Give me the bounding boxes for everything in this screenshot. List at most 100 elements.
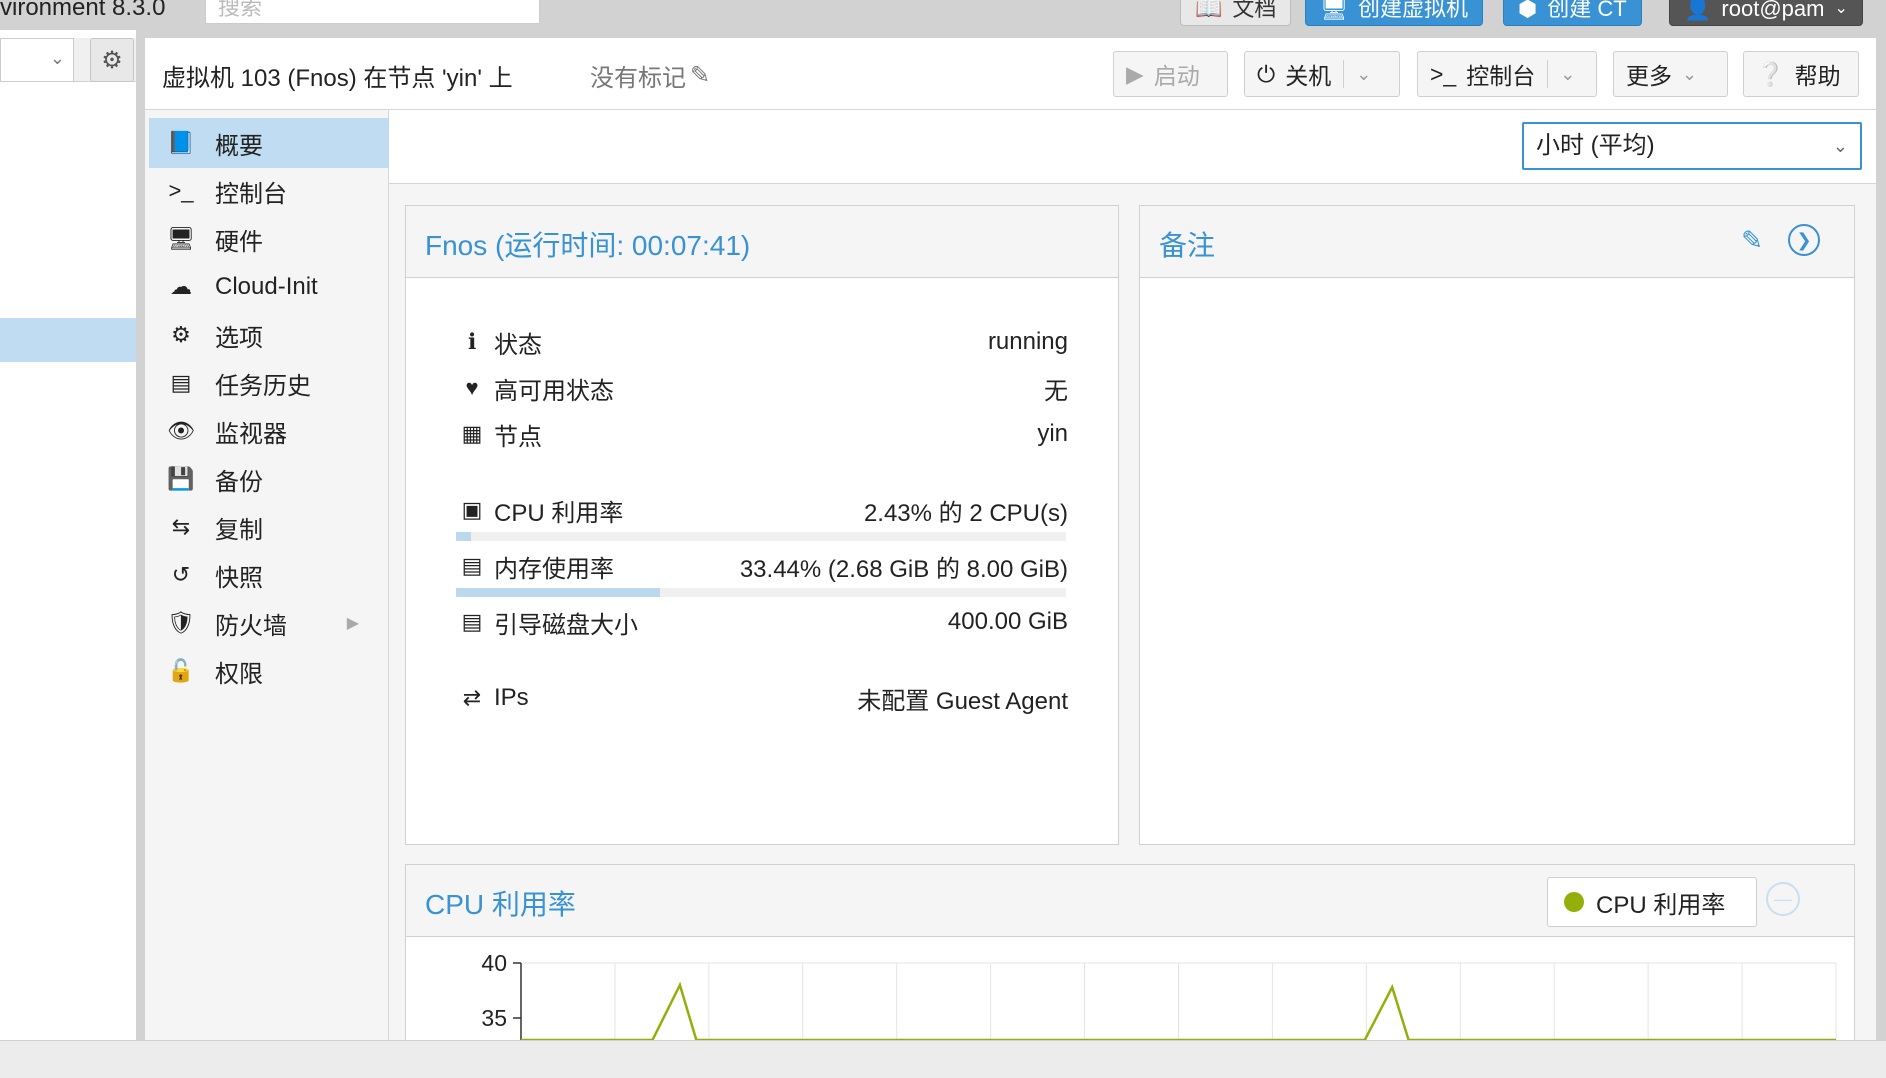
desktop-icon: 🖥: [167, 226, 195, 251]
notes-panel: 备注 ✎ ❯: [1139, 205, 1855, 845]
terminal-icon: >_: [1430, 60, 1457, 87]
heartbeat-icon: ♥: [465, 375, 479, 400]
pencil-icon: ✎: [690, 62, 711, 89]
view-select[interactable]: ⌄: [0, 38, 74, 82]
top-bar: vironment 8.3.0 搜索 📖 文档 🖥 创建虚拟机 ⬢ 创建 CT …: [0, 0, 1886, 30]
book-icon: 📘: [167, 130, 195, 155]
chevron-down-icon[interactable]: ⌄: [1560, 64, 1575, 85]
minus-circle-icon[interactable]: —: [1766, 882, 1800, 916]
boot-disk-row: ▤ 引导磁盘大小 400.00 GiB: [456, 604, 1068, 640]
ha-status-row: ♥ 高可用状态 无: [456, 370, 1068, 406]
main-content: 虚拟机 103 (Fnos) 在节点 'yin' 上 没有标记 ✎ ▶ 启动 ⏻…: [145, 38, 1876, 1040]
gear-icon: ⚙: [171, 322, 191, 347]
memory-usage-row: ▤ 内存使用率 33.44% (2.68 GiB 的 8.00 GiB): [456, 548, 1068, 584]
cube-icon: ⬢: [1518, 0, 1538, 21]
summary-area: 小时 (平均) ⌄ Fnos (运行时间: 00:07:41) ℹ 状态 run…: [389, 110, 1876, 1040]
status-panel-header: Fnos (运行时间: 00:07:41): [406, 206, 1118, 278]
notes-panel-header: 备注 ✎ ❯: [1140, 206, 1854, 278]
cpu-usage-bar: [456, 532, 1066, 541]
caret-right-icon: ▶: [346, 615, 359, 632]
info-icon: ℹ: [467, 329, 477, 354]
gear-icon[interactable]: ⚙: [90, 38, 134, 82]
status-panel: Fnos (运行时间: 00:07:41) ℹ 状态 running ♥ 高可用…: [405, 205, 1119, 845]
collapse-chevron-icon[interactable]: ❯: [1788, 224, 1820, 256]
shutdown-button[interactable]: ⏻ 关机 ⌄: [1244, 51, 1400, 97]
vm-title-bar: 虚拟机 103 (Fnos) 在节点 'yin' 上 没有标记 ✎ ▶ 启动 ⏻…: [145, 38, 1876, 110]
cpu-chart-panel: CPU 利用率 CPU 利用率 — 40 35: [405, 864, 1855, 1040]
legend-color-dot: [1564, 892, 1584, 912]
product-brand: vironment 8.3.0: [0, 0, 166, 21]
floppy-icon: 💾: [167, 466, 195, 491]
menu-item-replication[interactable]: ⇆ 复制: [149, 502, 389, 552]
tree-selected-node[interactable]: [0, 318, 136, 362]
cloud-icon: ☁: [170, 274, 192, 299]
ips-row: ⇄ IPs 未配置 Guest Agent: [456, 680, 1068, 716]
chevron-down-icon[interactable]: ⌄: [1356, 64, 1371, 85]
status-row: ℹ 状态 running: [456, 324, 1068, 360]
more-button[interactable]: 更多 ⌄: [1613, 51, 1728, 97]
menu-item-monitor[interactable]: 👁 监视器: [149, 406, 389, 456]
node-row: ▦ 节点 yin: [456, 416, 1068, 452]
menu-item-console[interactable]: >_ 控制台: [149, 166, 389, 216]
menu-item-hardware[interactable]: 🖥 硬件: [149, 214, 389, 264]
chevron-down-icon: ⌄: [1682, 63, 1698, 84]
menu-item-task-history[interactable]: ▤ 任务历史: [149, 358, 389, 408]
cpu-chart-title: CPU 利用率: [425, 889, 576, 920]
vm-side-menu: 📘 概要 >_ 控制台 🖥 硬件 ☁ Cloud-Init ⚙ 选项 ▤ 任务历…: [145, 110, 389, 1040]
play-icon: ▶: [1126, 60, 1144, 87]
memory-usage-bar-fill: [456, 588, 660, 597]
desktop-icon: 🖥: [1320, 0, 1348, 21]
power-icon: ⏻: [1257, 60, 1276, 87]
tags-editor[interactable]: 没有标记 ✎: [590, 58, 710, 93]
chevron-down-icon: ⌄: [1834, 0, 1848, 17]
cpu-usage-chart: 40 35: [406, 937, 1854, 1040]
edit-icon[interactable]: ✎: [1734, 222, 1770, 258]
y-tick-label: 40: [481, 950, 507, 976]
retweet-icon: ⇆: [171, 514, 191, 539]
menu-item-backup[interactable]: 💾 备份: [149, 454, 389, 504]
shield-icon: 🛡: [167, 610, 195, 635]
legend-toggle-cpu[interactable]: CPU 利用率: [1547, 877, 1757, 927]
cpu-usage-row: ▣ CPU 利用率 2.43% 的 2 CPU(s): [456, 492, 1068, 528]
chevron-down-icon: ⌄: [49, 48, 65, 68]
console-button[interactable]: >_ 控制台 ⌄: [1417, 51, 1597, 97]
create-ct-button[interactable]: ⬢ 创建 CT: [1503, 0, 1642, 26]
page-title: 虚拟机 103 (Fnos) 在节点 'yin' 上: [162, 65, 513, 92]
resource-tree: ⌄ ⚙: [0, 30, 136, 1040]
history-icon: ↺: [171, 562, 191, 587]
status-bar-strip: [0, 1040, 1886, 1078]
search-input[interactable]: 搜索: [205, 0, 540, 24]
notes-panel-title: 备注: [1159, 230, 1216, 261]
menu-item-firewall[interactable]: 🛡 防火墙 ▶: [149, 598, 389, 648]
user-menu-button[interactable]: 👤 root@pam ⌄: [1669, 0, 1863, 26]
menu-item-summary[interactable]: 📘 概要: [149, 118, 389, 168]
list-icon: ▤: [170, 370, 192, 395]
cpu-chart-header: CPU 利用率 CPU 利用率 —: [406, 865, 1854, 937]
hdd-icon: ▤: [461, 609, 483, 634]
menu-item-snapshots[interactable]: ↺ 快照: [149, 550, 389, 600]
menu-item-cloud-init[interactable]: ☁ Cloud-Init: [149, 262, 389, 312]
panel-splitter[interactable]: [136, 30, 145, 1040]
book-icon: 📖: [1195, 0, 1223, 21]
timeframe-select[interactable]: 小时 (平均) ⌄: [1522, 122, 1862, 170]
cpu-chip-icon: ▣: [461, 497, 483, 522]
memory-icon: ▤: [461, 553, 483, 578]
cpu-usage-bar-fill: [456, 532, 471, 541]
y-tick-label: 35: [481, 1005, 507, 1031]
docs-button[interactable]: 📖 文档: [1180, 0, 1292, 26]
status-panel-title: Fnos (运行时间: 00:07:41): [425, 230, 751, 261]
eye-icon: 👁: [167, 418, 195, 443]
summary-toolbar: 小时 (平均) ⌄: [389, 110, 1876, 184]
building-icon: ▦: [461, 421, 483, 446]
create-vm-button[interactable]: 🖥 创建虚拟机: [1305, 0, 1483, 26]
chevron-down-icon: ⌄: [1832, 136, 1848, 156]
memory-usage-bar: [456, 588, 1066, 597]
user-icon: 👤: [1684, 0, 1712, 21]
start-button[interactable]: ▶ 启动: [1113, 51, 1228, 97]
question-icon: ❔: [1756, 60, 1785, 87]
unlock-icon: 🔓: [167, 658, 195, 683]
menu-item-options[interactable]: ⚙ 选项: [149, 310, 389, 360]
menu-item-permissions[interactable]: 🔓 权限: [149, 646, 389, 696]
help-button[interactable]: ❔ 帮助: [1743, 51, 1859, 97]
terminal-icon: >_: [168, 178, 194, 203]
